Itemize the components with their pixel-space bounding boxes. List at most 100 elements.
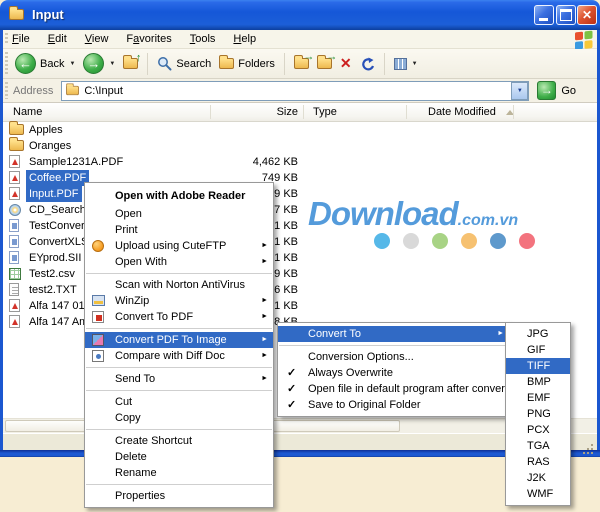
file-row[interactable]: Sample1231A.PDF4,462 KB xyxy=(3,154,597,170)
menu-item-label: Always Overwrite xyxy=(308,367,393,379)
titlebar[interactable]: Input ✕ xyxy=(0,0,600,30)
menu-item-wmf[interactable]: WMF xyxy=(506,486,570,502)
delete-button[interactable]: ✕ xyxy=(336,51,356,77)
toolbar-separator xyxy=(384,53,385,75)
copy-to-button[interactable]: ↑ xyxy=(313,51,336,77)
menu-item-compare-with-diff-doc[interactable]: Compare with Diff Doc► xyxy=(85,348,273,364)
move-to-button[interactable]: ↑ xyxy=(290,51,313,77)
search-button[interactable]: Search xyxy=(153,51,215,77)
folder-icon xyxy=(9,124,24,135)
column-header-type[interactable]: Type xyxy=(313,103,337,121)
search-icon xyxy=(157,56,172,71)
address-dropdown-button[interactable]: ▼ xyxy=(511,82,528,100)
menu-item-copy[interactable]: Copy xyxy=(85,410,273,426)
up-button[interactable]: ↑ xyxy=(119,51,142,77)
menu-item-open-with[interactable]: Open With► xyxy=(85,254,273,270)
menu-item-winzip[interactable]: WinZip► xyxy=(85,293,273,309)
file-row[interactable]: Apples xyxy=(3,122,597,138)
column-header-name[interactable]: Name xyxy=(13,103,42,121)
menu-item-create-shortcut[interactable]: Create Shortcut xyxy=(85,433,273,449)
menu-item-print[interactable]: Print xyxy=(85,222,273,238)
menu-item-label: GIF xyxy=(527,344,545,356)
menu-item-convert-pdf-to-image[interactable]: Convert PDF To Image► xyxy=(85,332,273,348)
menu-item-always-overwrite[interactable]: ✓Always Overwrite xyxy=(278,365,509,381)
menu-item-open[interactable]: Open xyxy=(85,206,273,222)
menubar-item-file[interactable]: File xyxy=(3,30,39,49)
menubar-item-view[interactable]: View xyxy=(76,30,118,49)
diffdoc-icon xyxy=(92,350,104,362)
copy-arrow-icon: ↑ xyxy=(326,55,338,61)
menu-item-conversion-options[interactable]: Conversion Options... xyxy=(278,349,509,365)
menubar-item-favorites[interactable]: Favorites xyxy=(117,30,180,49)
menu-item-label: Convert To xyxy=(308,328,361,340)
menu-item-j2k[interactable]: J2K xyxy=(506,470,570,486)
menubar-item-edit[interactable]: Edit xyxy=(39,30,76,49)
cuteftp-icon xyxy=(92,240,104,252)
column-header-date-modified[interactable]: Date Modified xyxy=(428,103,514,121)
back-label: Back xyxy=(40,58,64,70)
undo-button[interactable] xyxy=(356,51,379,77)
column-separator[interactable] xyxy=(303,105,304,119)
xls-icon xyxy=(9,268,21,280)
menubar-grip[interactable] xyxy=(5,33,8,45)
delete-icon: ✕ xyxy=(340,55,352,72)
menu-item-properties[interactable]: Properties xyxy=(85,488,273,504)
menu-item-send-to[interactable]: Send To► xyxy=(85,371,273,387)
menu-item-scan-with-norton-antivirus[interactable]: Scan with Norton AntiVirus xyxy=(85,277,273,293)
menu-item-gif[interactable]: GIF xyxy=(506,342,570,358)
minimize-button[interactable] xyxy=(534,5,554,25)
file-row[interactable]: Oranges xyxy=(3,138,597,154)
column-separator[interactable] xyxy=(513,105,514,119)
menu-item-label: WMF xyxy=(527,488,553,500)
menu-item-emf[interactable]: EMF xyxy=(506,390,570,406)
go-icon[interactable]: → xyxy=(537,81,556,100)
menu-item-convert-to[interactable]: Convert To► xyxy=(278,326,509,342)
menu-item-convert-to-pdf[interactable]: Convert To PDF► xyxy=(85,309,273,325)
menu-item-tga[interactable]: TGA xyxy=(506,438,570,454)
close-button[interactable]: ✕ xyxy=(577,5,597,25)
address-input[interactable] xyxy=(80,85,511,97)
pdf-icon xyxy=(9,187,20,200)
menu-item-ras[interactable]: RAS xyxy=(506,454,570,470)
pdf-icon xyxy=(9,299,20,312)
addressbar-grip[interactable] xyxy=(5,82,8,99)
menu-item-upload-using-cuteftp[interactable]: Upload using CuteFTP► xyxy=(85,238,273,254)
back-dropdown-icon: ▼ xyxy=(69,61,75,67)
forward-button[interactable]: → ▼ xyxy=(79,51,119,77)
menu-item-pcx[interactable]: PCX xyxy=(506,422,570,438)
column-separator[interactable] xyxy=(210,105,211,119)
menu-item-delete[interactable]: Delete xyxy=(85,449,273,465)
menu-item-png[interactable]: PNG xyxy=(506,406,570,422)
back-button[interactable]: ← Back ▼ xyxy=(11,51,79,77)
toolbar-grip[interactable] xyxy=(5,52,8,75)
menubar-item-help[interactable]: Help xyxy=(224,30,265,49)
menubar: FileEditViewFavoritesToolsHelp xyxy=(3,30,597,49)
forward-dropdown-icon: ▼ xyxy=(109,61,115,67)
maximize-button[interactable] xyxy=(556,5,576,25)
column-header-size[interactable]: Size xyxy=(210,103,298,121)
column-separator[interactable] xyxy=(406,105,407,119)
move-to-icon: ↑ xyxy=(294,58,309,69)
folders-button[interactable]: Folders xyxy=(215,51,279,77)
resize-grip[interactable] xyxy=(591,444,593,446)
views-button[interactable]: ▼ xyxy=(390,51,422,77)
menubar-item-tools[interactable]: Tools xyxy=(181,30,225,49)
menu-item-tiff[interactable]: TIFF xyxy=(506,358,570,374)
file-name: Input.PDF xyxy=(26,186,82,202)
file-name: test2.TXT xyxy=(26,282,80,298)
menu-item-save-to-original-folder[interactable]: ✓Save to Original Folder xyxy=(278,397,509,413)
menu-item-open-with-adobe-reader[interactable]: Open with Adobe Reader xyxy=(85,186,273,206)
menu-item-open-file-in-default-program-after-conversion[interactable]: ✓Open file in default program after conv… xyxy=(278,381,509,397)
menu-separator xyxy=(86,429,272,430)
menu-item-cut[interactable]: Cut xyxy=(85,394,273,410)
views-dropdown-icon: ▼ xyxy=(412,61,418,67)
menu-item-jpg[interactable]: JPG xyxy=(506,326,570,342)
column-headers: Name Size Type Date Modified xyxy=(3,103,597,122)
menu-item-bmp[interactable]: BMP xyxy=(506,374,570,390)
forward-icon: → xyxy=(83,53,104,74)
menu-item-label: BMP xyxy=(527,376,551,388)
menu-item-label: Open file in default program after conve… xyxy=(308,383,525,395)
menu-item-rename[interactable]: Rename xyxy=(85,465,273,481)
winzip-icon xyxy=(92,295,105,306)
toolbar-separator xyxy=(147,53,148,75)
